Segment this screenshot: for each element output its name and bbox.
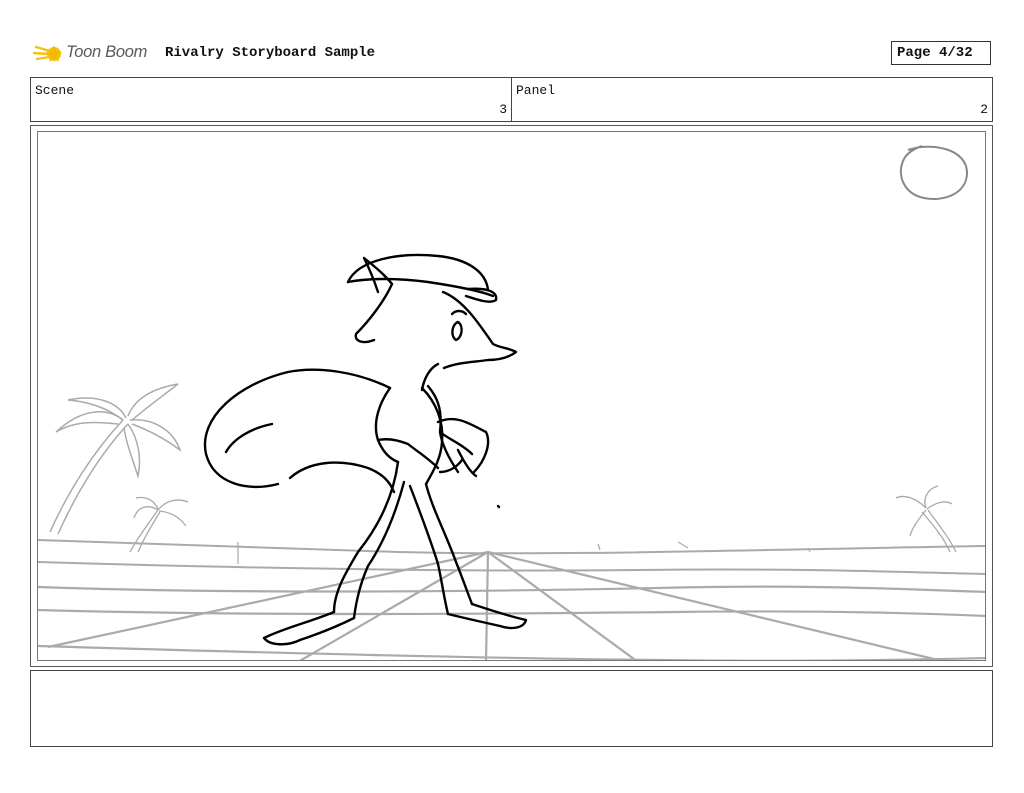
panel-cell: Panel 2: [512, 78, 992, 121]
scene-label: Scene: [35, 83, 75, 98]
fox-character: [203, 253, 528, 646]
storyboard-panel-frame: [30, 125, 993, 667]
document-title: Rivalry Storyboard Sample: [165, 45, 376, 61]
sun-sketch: [899, 145, 969, 200]
small-palm-right: [895, 485, 957, 553]
toon-boom-logo: Toon Boom: [32, 38, 157, 70]
scene-value: 3: [499, 102, 507, 117]
toon-boom-star-icon: [32, 45, 62, 62]
scene-panel-info-row: Scene 3 Panel 2: [30, 77, 993, 122]
logo-text: Toon Boom: [66, 43, 148, 61]
page-indicator: Page 4/32: [891, 41, 991, 65]
panel-label: Panel: [516, 83, 556, 98]
scene-cell: Scene 3: [31, 78, 512, 121]
ground-perspective-lines: [38, 541, 985, 660]
storyboard-drawing-area: [37, 131, 986, 661]
panel-notes-box[interactable]: [30, 670, 993, 747]
panel-sketch: [38, 145, 985, 660]
panel-value: 2: [980, 102, 988, 117]
